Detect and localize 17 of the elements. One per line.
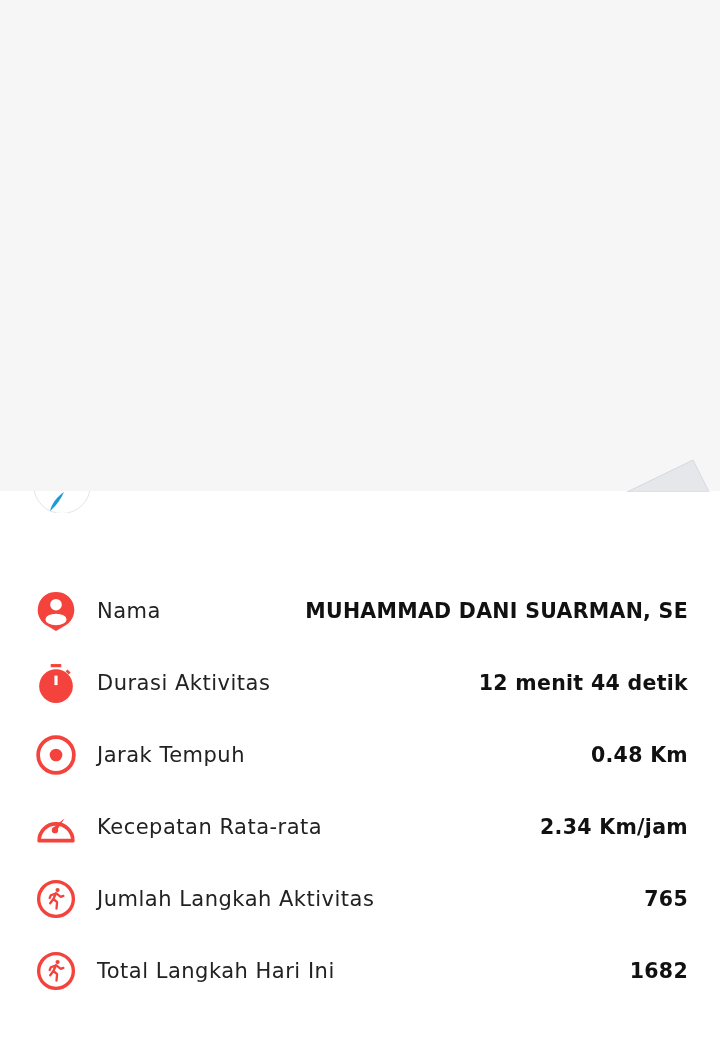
stopwatch-icon <box>36 663 76 703</box>
field-value: 765 <box>644 887 688 911</box>
running-person-icon <box>36 951 76 991</box>
field-label: Nama <box>97 599 161 623</box>
field-value: 0.48 Km <box>590 743 688 767</box>
target-icon <box>36 735 76 775</box>
field-value: 1682 <box>629 959 688 983</box>
field-label: Durasi Aktivitas <box>97 671 271 695</box>
field-label: Kecepatan Rata-rata <box>97 815 323 839</box>
field-value: 12 menit 44 detik <box>478 671 688 695</box>
field-label: Total Langkah Hari Ini <box>97 959 335 983</box>
person-pin-icon <box>36 591 76 631</box>
field-label: Jarak Tempuh <box>97 743 245 767</box>
field-value: 2.34 Km/jam <box>540 815 688 839</box>
field-label: Jumlah Langkah Aktivitas <box>97 887 375 911</box>
field-value: MUHAMMAD DANI SUARMAN, SE <box>305 599 688 623</box>
running-person-icon <box>36 879 76 919</box>
